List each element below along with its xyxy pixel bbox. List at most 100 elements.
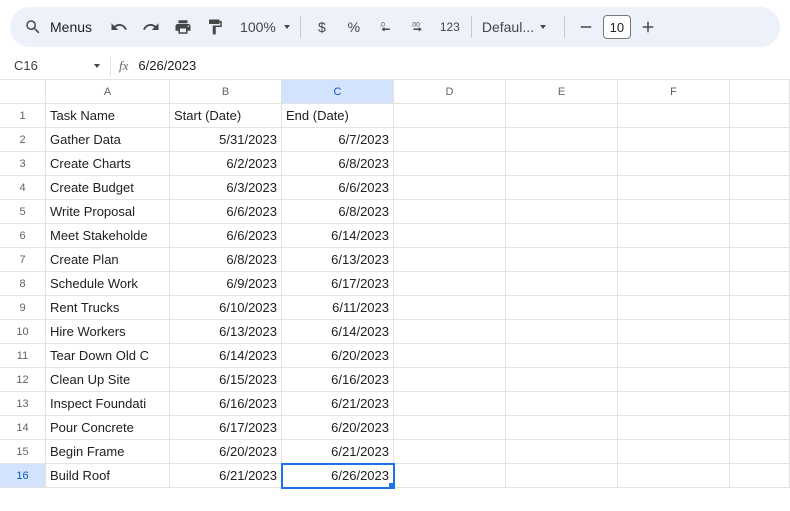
menus-button[interactable]: Menus (18, 12, 102, 42)
column-header[interactable]: A (46, 80, 170, 104)
cell[interactable]: 6/7/2023 (282, 128, 394, 152)
cell[interactable]: Rent Trucks (46, 296, 170, 320)
cell[interactable]: Pour Concrete (46, 416, 170, 440)
cell[interactable]: Clean Up Site (46, 368, 170, 392)
cell[interactable] (730, 248, 790, 272)
cell[interactable] (394, 200, 506, 224)
cell[interactable] (394, 272, 506, 296)
cell[interactable] (618, 368, 730, 392)
cell[interactable]: 6/2/2023 (170, 152, 282, 176)
cell[interactable]: Write Proposal (46, 200, 170, 224)
cell[interactable] (394, 368, 506, 392)
cell[interactable] (506, 272, 618, 296)
cell[interactable] (730, 416, 790, 440)
cell[interactable]: 5/31/2023 (170, 128, 282, 152)
cell[interactable]: Hire Workers (46, 320, 170, 344)
cell[interactable]: 6/3/2023 (170, 176, 282, 200)
cell[interactable] (506, 200, 618, 224)
cell[interactable]: Tear Down Old C (46, 344, 170, 368)
cell[interactable] (618, 320, 730, 344)
column-header[interactable]: C (282, 80, 394, 104)
cell[interactable] (394, 176, 506, 200)
cell[interactable] (394, 416, 506, 440)
cell[interactable]: 6/20/2023 (282, 344, 394, 368)
cell[interactable]: 6/17/2023 (282, 272, 394, 296)
cell[interactable]: 6/6/2023 (282, 176, 394, 200)
cell[interactable] (394, 440, 506, 464)
cell[interactable] (506, 176, 618, 200)
more-formats-button[interactable]: 123 (435, 12, 465, 42)
cell[interactable] (618, 152, 730, 176)
cell[interactable] (506, 128, 618, 152)
cell[interactable] (394, 152, 506, 176)
cell[interactable]: Inspect Foundati (46, 392, 170, 416)
row-header[interactable]: 13 (0, 392, 46, 416)
cell[interactable] (506, 416, 618, 440)
cell[interactable]: 6/9/2023 (170, 272, 282, 296)
paint-format-button[interactable] (200, 12, 230, 42)
row-header[interactable]: 3 (0, 152, 46, 176)
cell[interactable] (394, 464, 506, 488)
cell[interactable]: 6/17/2023 (170, 416, 282, 440)
cell[interactable]: 6/20/2023 (170, 440, 282, 464)
cell[interactable] (730, 104, 790, 128)
formula-input[interactable]: 6/26/2023 (138, 58, 196, 73)
cell[interactable]: 6/13/2023 (170, 320, 282, 344)
cell[interactable]: 6/10/2023 (170, 296, 282, 320)
cell[interactable]: 6/16/2023 (170, 392, 282, 416)
cell[interactable] (730, 392, 790, 416)
increase-decimal-button[interactable]: .00 (403, 12, 433, 42)
row-header[interactable]: 5 (0, 200, 46, 224)
cell[interactable] (730, 464, 790, 488)
cell[interactable]: 6/21/2023 (282, 440, 394, 464)
zoom-dropdown[interactable]: 100% (232, 19, 294, 35)
cell[interactable] (506, 392, 618, 416)
cell[interactable] (506, 344, 618, 368)
cell[interactable] (618, 464, 730, 488)
column-header[interactable]: E (506, 80, 618, 104)
cell[interactable] (394, 224, 506, 248)
cell[interactable]: 6/21/2023 (170, 464, 282, 488)
cell[interactable] (394, 296, 506, 320)
cell[interactable] (730, 440, 790, 464)
cell[interactable] (618, 248, 730, 272)
print-button[interactable] (168, 12, 198, 42)
cell[interactable] (618, 440, 730, 464)
cell[interactable]: Create Charts (46, 152, 170, 176)
cell[interactable]: 6/14/2023 (282, 224, 394, 248)
cell[interactable]: 6/16/2023 (282, 368, 394, 392)
cell[interactable] (618, 128, 730, 152)
font-size-increase-button[interactable] (633, 12, 663, 42)
undo-button[interactable] (104, 12, 134, 42)
cell[interactable] (618, 224, 730, 248)
cell[interactable]: Create Plan (46, 248, 170, 272)
row-header[interactable]: 14 (0, 416, 46, 440)
cell[interactable] (506, 320, 618, 344)
cell[interactable]: 6/26/2023 (282, 464, 394, 488)
cell[interactable]: Schedule Work (46, 272, 170, 296)
column-header[interactable]: B (170, 80, 282, 104)
cell[interactable]: Create Budget (46, 176, 170, 200)
currency-button[interactable]: $ (307, 12, 337, 42)
cell[interactable] (730, 128, 790, 152)
cell[interactable] (730, 152, 790, 176)
cell[interactable] (730, 296, 790, 320)
cell[interactable] (618, 392, 730, 416)
cell[interactable]: 6/15/2023 (170, 368, 282, 392)
cell[interactable] (730, 200, 790, 224)
cell[interactable] (506, 152, 618, 176)
cell[interactable] (730, 344, 790, 368)
cell[interactable] (394, 320, 506, 344)
cell[interactable]: 6/6/2023 (170, 200, 282, 224)
cell[interactable] (618, 416, 730, 440)
font-size-decrease-button[interactable] (571, 12, 601, 42)
cell[interactable] (506, 296, 618, 320)
cell[interactable] (394, 392, 506, 416)
row-header[interactable]: 12 (0, 368, 46, 392)
row-header[interactable]: 2 (0, 128, 46, 152)
name-box[interactable]: C16 (8, 58, 106, 73)
percent-button[interactable]: % (339, 12, 369, 42)
cell[interactable]: 6/8/2023 (282, 200, 394, 224)
cell[interactable] (618, 176, 730, 200)
cell[interactable]: Build Roof (46, 464, 170, 488)
